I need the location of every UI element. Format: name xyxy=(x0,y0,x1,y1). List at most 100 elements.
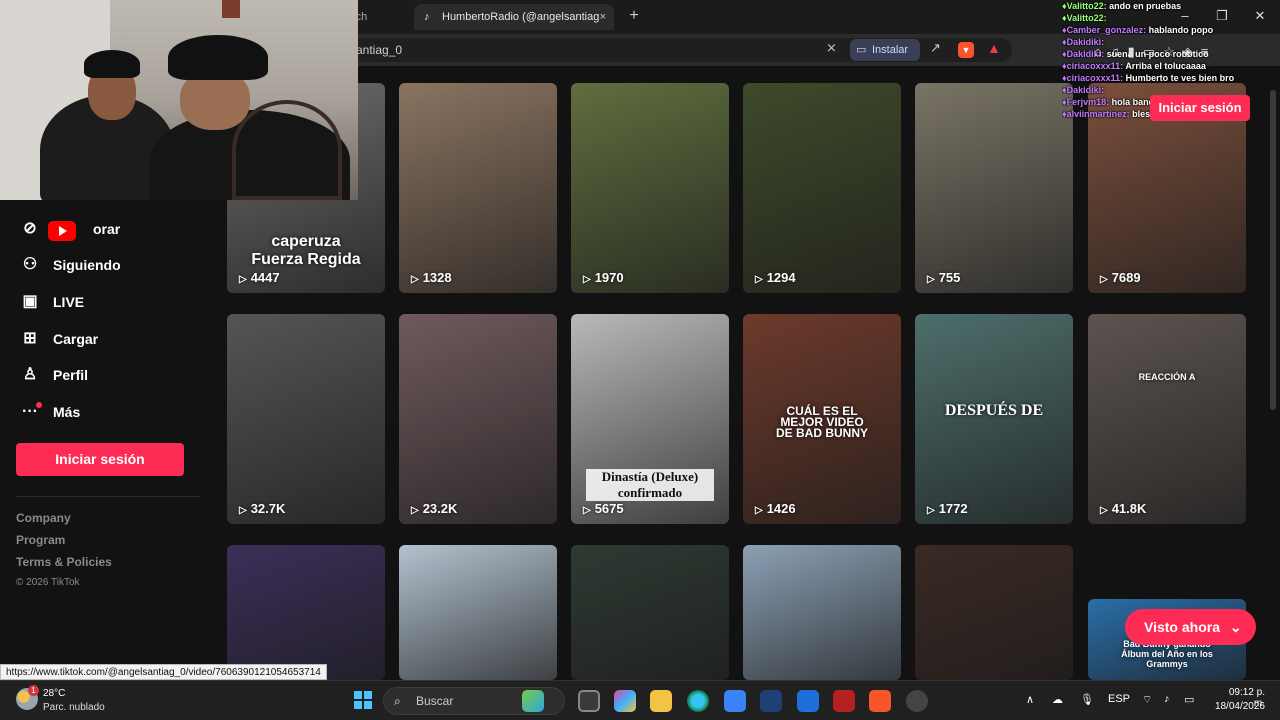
compass-icon: ⊘ xyxy=(23,220,37,237)
sidebar-item-label: Más xyxy=(53,404,81,420)
view-count: ▷ 41.8K xyxy=(1100,501,1146,516)
chat-message: ♦ciriacoxxx11: Humberto te ves bien bro xyxy=(1062,72,1262,84)
tab-humbertoradio[interactable]: ♪ HumbertoRadio (@angelsantiag × xyxy=(414,4,614,30)
chat-username: ♦Valitto22: xyxy=(1062,1,1110,11)
video-card[interactable]: REACCIÓN A ▷ 41.8K xyxy=(1088,314,1246,524)
install-button[interactable]: ▭ Instalar xyxy=(850,39,920,61)
video-card[interactable]: Dinastía (Deluxe) confirmado ▷ 5675 xyxy=(571,314,729,524)
footer-link-terms[interactable]: Terms & Policies xyxy=(16,555,112,569)
sidebar-item-label: Cargar xyxy=(53,331,99,347)
chat-username: ♦Camber_gonzalez: xyxy=(1062,25,1149,35)
webcam-overlay xyxy=(0,0,358,200)
play-icon: ▷ xyxy=(411,505,419,516)
brave-icon[interactable] xyxy=(869,690,891,712)
video-card[interactable]: DESPUÉS DE ▷ 1772 xyxy=(915,314,1073,524)
play-icon: ▷ xyxy=(755,505,763,516)
video-card[interactable] xyxy=(743,545,901,680)
view-count-value: 1328 xyxy=(422,270,452,285)
store-icon[interactable] xyxy=(724,690,746,712)
mail-icon[interactable] xyxy=(797,690,819,712)
video-card[interactable]: ▷ 1970 xyxy=(571,83,729,293)
sidebar-item-label: Perfil xyxy=(53,367,89,383)
video-card[interactable] xyxy=(399,545,557,680)
view-count: ▷ 1970 xyxy=(583,270,624,285)
view-count: ▷ 755 xyxy=(927,270,960,285)
volume-icon[interactable]: ♪ xyxy=(1164,693,1170,705)
youtube-icon xyxy=(48,221,76,241)
mute-icon[interactable]: ⨯ xyxy=(826,40,837,56)
play-icon: ▷ xyxy=(755,274,763,285)
widget-app-icon[interactable] xyxy=(522,690,544,712)
video-card[interactable]: ▷ 23.2K xyxy=(399,314,557,524)
microphone-icon[interactable]: 🎙 xyxy=(1080,693,1094,706)
chat-message: ♦Camber_gonzalez: hablando popo xyxy=(1062,24,1262,36)
share-icon[interactable]: ↗ xyxy=(930,40,941,56)
tiktok-icon: ♪ xyxy=(424,11,430,23)
media-app-icon[interactable] xyxy=(833,690,855,712)
battery-icon[interactable]: ▭ xyxy=(1184,693,1194,706)
sidebar-item-upload[interactable]: ⊞ Cargar xyxy=(18,325,98,353)
play-icon: ▷ xyxy=(583,274,591,285)
video-card[interactable] xyxy=(915,545,1073,680)
view-count: ▷ 1426 xyxy=(755,501,796,516)
view-count-value: 7689 xyxy=(1111,270,1141,285)
login-button[interactable]: Iniciar sesión xyxy=(16,443,184,476)
install-label: Instalar xyxy=(872,44,909,56)
view-count-value: 1772 xyxy=(938,501,968,516)
tab-search[interactable]: rch xyxy=(352,6,408,28)
obs-icon[interactable] xyxy=(906,690,928,712)
screen: rch ♪ HumbertoRadio (@angelsantiag × + –… xyxy=(0,0,1280,720)
top-login-button[interactable]: Iniciar sesión xyxy=(1150,95,1250,121)
video-card[interactable] xyxy=(227,545,385,680)
video-card[interactable] xyxy=(571,545,729,680)
brave-shields-icon[interactable]: ▼ xyxy=(958,42,974,58)
file-explorer-icon[interactable] xyxy=(650,690,672,712)
sidebar-item-more[interactable]: ··· Más xyxy=(18,398,80,426)
play-icon: ▷ xyxy=(927,274,935,285)
app-icon[interactable] xyxy=(760,690,782,712)
video-card[interactable]: ▷ 1328 xyxy=(399,83,557,293)
edge-icon[interactable] xyxy=(687,690,709,712)
divider xyxy=(16,496,200,497)
play-icon: ▷ xyxy=(239,274,247,285)
watched-now-button[interactable]: Visto ahora ⌄ xyxy=(1125,609,1256,645)
brave-rewards-icon[interactable]: ▲ xyxy=(987,40,1001,56)
video-card[interactable]: CUÁL ES EL MEJOR VIDEO DE BAD BUNNY ▷ 1426 xyxy=(743,314,901,524)
video-caption: Dinastía (Deluxe) confirmado xyxy=(586,469,714,501)
footer-link-company[interactable]: Company xyxy=(16,511,71,525)
view-count: ▷ 32.7K xyxy=(239,501,285,516)
chevrons-down-icon: ⌄ xyxy=(1229,619,1242,635)
language-indicator[interactable]: ESP xyxy=(1108,693,1130,705)
video-card[interactable]: ▷ 1294 xyxy=(743,83,901,293)
windows-start-icon[interactable] xyxy=(354,691,372,709)
view-count-value: 32.7K xyxy=(250,501,286,516)
copilot-icon[interactable] xyxy=(614,690,636,712)
play-icon: ▷ xyxy=(239,505,247,516)
sidebar-item-following[interactable]: ⚇ Siguiendo xyxy=(18,251,121,279)
page-scrollbar[interactable] xyxy=(1270,90,1276,410)
view-count-value: 1426 xyxy=(766,501,796,516)
view-count: ▷ 1328 xyxy=(411,270,452,285)
cloud-icon[interactable]: ☁ xyxy=(1052,693,1063,706)
sidebar-item-label: LIVE xyxy=(53,294,85,310)
sidebar-item-live[interactable]: ▣ LIVE xyxy=(18,288,84,316)
video-card[interactable]: ▷ 32.7K xyxy=(227,314,385,524)
stream-chat: ♦Valitto22: ando en pruebas ♦Valitto22: ♦… xyxy=(1062,0,1262,152)
wifi-icon[interactable]: ⌔ xyxy=(1142,693,1152,707)
clock-date[interactable]: 18/04/2026 xyxy=(1205,701,1265,712)
view-count: ▷ 5675 xyxy=(583,501,624,516)
view-count: ▷ 4447 xyxy=(239,270,280,285)
view-count: ▷ 1772 xyxy=(927,501,968,516)
sidebar-item-profile[interactable]: ♙ Perfil xyxy=(18,361,88,389)
task-view-icon[interactable] xyxy=(578,690,600,712)
chevron-up-icon[interactable]: ∧ xyxy=(1026,693,1034,706)
new-tab-button[interactable]: + xyxy=(624,6,644,26)
plus-square-icon: ⊞ xyxy=(23,330,37,347)
close-tab-icon[interactable]: × xyxy=(600,4,606,30)
play-icon: ▷ xyxy=(583,505,591,516)
video-caption: REACCIÓN A xyxy=(1138,372,1196,382)
footer-link-program[interactable]: Program xyxy=(16,533,65,547)
video-caption: DESPUÉS DE xyxy=(944,402,1044,419)
tv-icon: ▣ xyxy=(22,293,38,310)
video-card[interactable]: ▷ 755 xyxy=(915,83,1073,293)
